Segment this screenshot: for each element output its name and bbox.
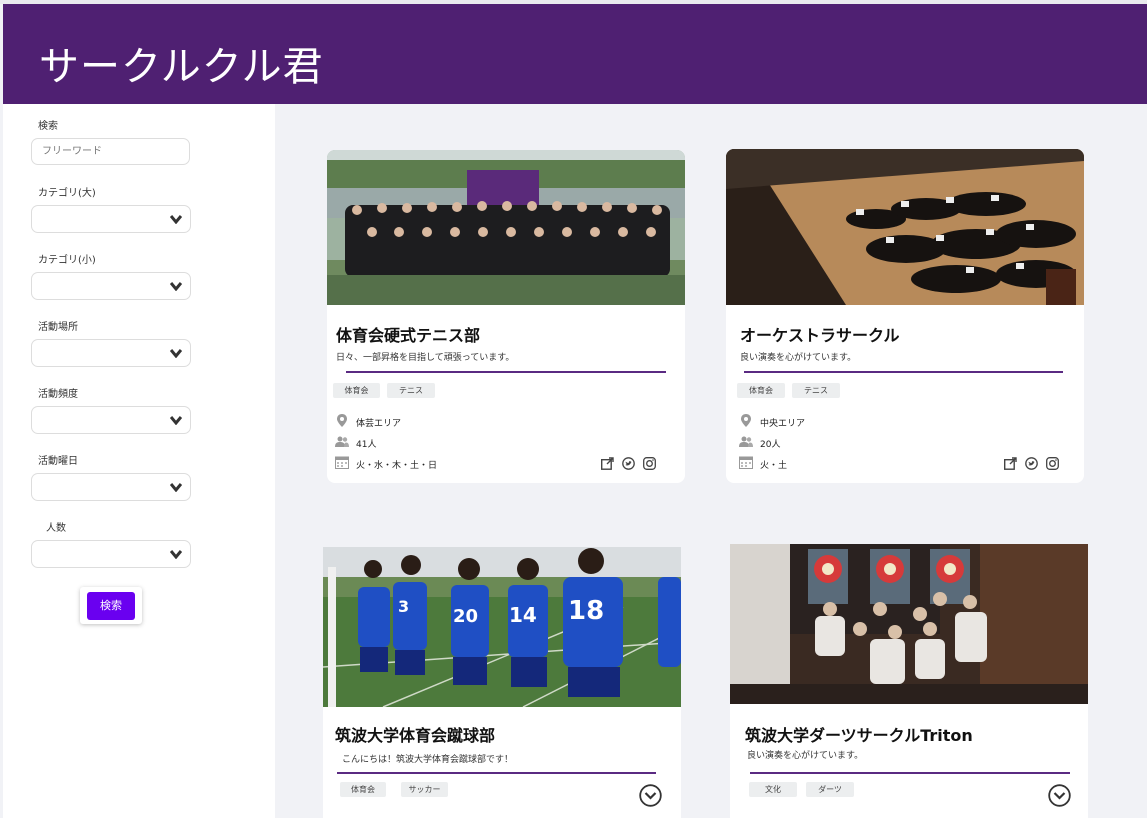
card-description: 日々、一部昇格を目指して頑張っています。	[336, 353, 515, 363]
card-divider	[744, 371, 1063, 373]
filter-label-members: 人数	[46, 523, 66, 534]
circle-card-soccer[interactable]: 3 20 14 18 筑波大学体育会蹴球部 こんにちは！筑波大学体育会蹴球部です…	[323, 547, 681, 818]
svg-text:3: 3	[398, 597, 409, 616]
instagram-icon[interactable]	[1046, 457, 1059, 470]
orchestra-photo	[726, 149, 1084, 305]
members-select[interactable]	[31, 540, 191, 568]
card-title[interactable]: 筑波大学ダーツサークルTriton	[745, 722, 973, 746]
chevron-down-icon	[170, 416, 182, 425]
svg-text:20: 20	[453, 606, 478, 627]
card-members: 41人	[356, 440, 377, 450]
app-title: サークルクル君	[39, 44, 324, 90]
users-icon	[739, 436, 753, 447]
location-select[interactable]	[31, 339, 191, 367]
tag-badge[interactable]: 体育会	[340, 782, 386, 797]
app-header: サークルクル君	[3, 4, 1147, 104]
card-title[interactable]: 体育会硬式テニス部	[336, 322, 480, 346]
svg-text:14: 14	[509, 603, 537, 627]
filter-label-frequency: 活動頻度	[38, 389, 78, 400]
expand-chevron-icon[interactable]	[1048, 784, 1071, 807]
search-button-frame: 検索	[80, 587, 142, 624]
filter-sidebar: 検索 カテゴリ(大) カテゴリ(小) 活動場所 活動頻度 活動曜日 人数 検索	[3, 104, 275, 818]
tag-badge[interactable]: サッカー	[401, 782, 448, 797]
instagram-icon[interactable]	[643, 457, 656, 470]
tag-badge[interactable]: 文化	[749, 782, 797, 797]
tag-badge[interactable]: 体育会	[333, 383, 380, 398]
circle-card-darts[interactable]: 筑波大学ダーツサークルTriton 良い演奏を心がけています。 文化 ダーツ	[730, 544, 1088, 818]
circle-card-orchestra[interactable]: オーケストラサークル 良い演奏を心がけています。 体育会 テニス 中央エリア 2…	[726, 149, 1084, 483]
chevron-down-icon	[170, 550, 182, 559]
users-icon	[335, 436, 349, 447]
card-description: こんにちは！筑波大学体育会蹴球部です！	[342, 755, 514, 765]
tag-badge[interactable]: テニス	[387, 383, 435, 398]
category-small-select[interactable]	[31, 272, 191, 300]
category-large-select[interactable]	[31, 205, 191, 233]
search-button[interactable]: 検索	[87, 592, 135, 620]
team-photo	[327, 150, 685, 305]
circle-card-tennis[interactable]: 体育会硬式テニス部 日々、一部昇格を目指して頑張っています。 体育会 テニス 体…	[327, 150, 685, 483]
card-divider	[346, 371, 666, 373]
svg-text:18: 18	[568, 596, 604, 626]
tag-badge[interactable]: テニス	[792, 383, 840, 398]
twitter-icon[interactable]	[1025, 457, 1038, 470]
tag-badge[interactable]: 体育会	[737, 383, 785, 398]
search-label: 検索	[38, 121, 58, 132]
frequency-select[interactable]	[31, 406, 191, 434]
card-days: 火・土	[760, 461, 788, 471]
calendar-icon	[739, 456, 753, 469]
location-pin-icon	[337, 414, 347, 427]
card-members: 20人	[760, 440, 781, 450]
chevron-down-icon	[170, 349, 182, 358]
card-description: 良い演奏を心がけています。	[740, 353, 857, 363]
card-description: 良い演奏を心がけています。	[747, 751, 864, 761]
card-location: 体芸エリア	[356, 419, 402, 429]
card-title[interactable]: オーケストラサークル	[740, 322, 900, 346]
weekday-select[interactable]	[31, 473, 191, 501]
location-pin-icon	[741, 414, 751, 427]
darts-photo	[730, 544, 1088, 704]
filter-label-location: 活動場所	[38, 322, 78, 333]
filter-label-category-large: カテゴリ(大)	[38, 188, 96, 199]
card-title[interactable]: 筑波大学体育会蹴球部	[335, 722, 495, 746]
card-divider	[750, 772, 1070, 774]
card-divider	[337, 772, 656, 774]
filter-label-weekday: 活動曜日	[38, 456, 78, 467]
tag-badge[interactable]: ダーツ	[806, 782, 854, 797]
expand-chevron-icon[interactable]	[639, 784, 662, 807]
filter-label-category-small: カテゴリ(小)	[38, 255, 96, 266]
external-link-icon[interactable]	[1004, 457, 1017, 470]
external-link-icon[interactable]	[601, 457, 614, 470]
search-input[interactable]	[31, 138, 190, 165]
calendar-icon	[335, 456, 349, 469]
card-days: 火・水・木・土・日	[356, 461, 438, 471]
chevron-down-icon	[170, 215, 182, 224]
card-location: 中央エリア	[760, 419, 806, 429]
chevron-down-icon	[170, 483, 182, 492]
chevron-down-icon	[170, 282, 182, 291]
soccer-photo: 3 20 14 18	[323, 547, 681, 707]
twitter-icon[interactable]	[622, 457, 635, 470]
